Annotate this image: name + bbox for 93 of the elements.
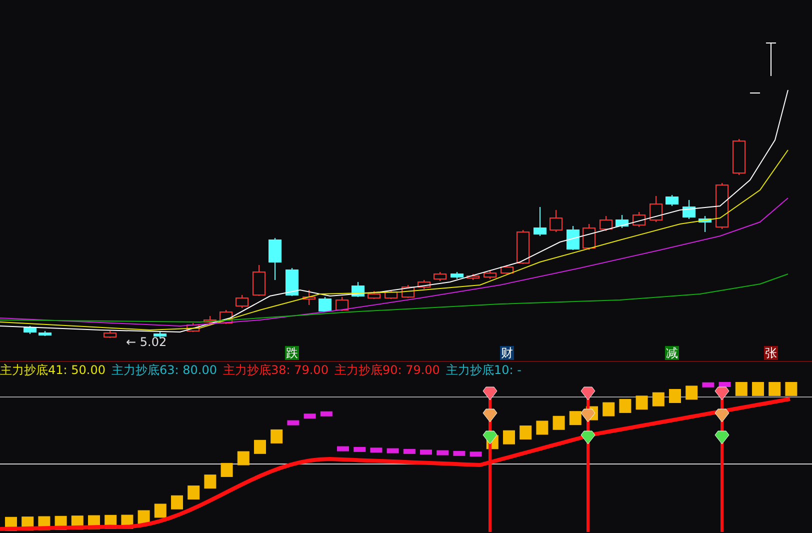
candlestick (484, 270, 496, 280)
candlestick (318, 296, 332, 312)
indicator-bar (602, 402, 615, 416)
event-tag: 张 (764, 346, 778, 360)
indicator-bar (702, 382, 714, 388)
gem-icon (580, 408, 596, 422)
indicator-bar (270, 429, 283, 444)
price-tick (750, 92, 760, 94)
indicator-bar (768, 382, 781, 396)
indicator-bar (171, 495, 183, 510)
indicator-value: 主力抄底90: 79.00 (334, 362, 440, 379)
indicator-bar (569, 411, 582, 426)
candlestick (236, 294, 248, 308)
indicator-bar (154, 504, 166, 518)
indicator-bar (420, 450, 432, 455)
gem-icon (482, 430, 498, 444)
candlestick (716, 182, 728, 230)
candlestick (766, 42, 776, 76)
candlestick (434, 272, 446, 282)
indicator-bar (470, 452, 482, 457)
candlestick (698, 216, 712, 232)
event-tag: 财 (500, 346, 514, 360)
indicator-bar (735, 382, 748, 396)
gem-icon (580, 386, 596, 400)
low-price-label: ← 5.02 (126, 336, 167, 349)
candlestick (600, 216, 612, 232)
candlestick (104, 330, 116, 338)
indicator-bar (752, 382, 764, 396)
candlestick (302, 290, 316, 306)
candlestick (534, 206, 546, 236)
indicator-value: 主力抄底41: 50.00 (0, 362, 106, 379)
candlestick (516, 230, 530, 264)
candlestick (666, 194, 678, 206)
candlestick (650, 196, 662, 222)
indicator-bar (320, 411, 332, 416)
indicator-bar (386, 448, 399, 454)
indicator-bar (354, 446, 366, 452)
candlestick (204, 316, 216, 324)
indicator-bar (304, 414, 316, 419)
indicator-bar (652, 392, 664, 406)
indicator-bar (188, 486, 200, 500)
candlestick (466, 274, 480, 280)
indicator-bar (237, 451, 250, 466)
candlestick (336, 296, 348, 312)
candlestick (566, 226, 580, 250)
indicator-bar (552, 416, 565, 430)
indicator-bar (220, 462, 233, 477)
indicator-bar (403, 448, 416, 454)
candlestick (450, 272, 464, 280)
candlestick (154, 332, 166, 338)
candlestick (682, 200, 696, 220)
indicator-value: 主力抄底63: 80.00 (111, 362, 217, 379)
candlestick (268, 238, 282, 280)
indicator-bar (520, 426, 532, 440)
event-tag: 跌 (285, 346, 299, 360)
candlestick (252, 264, 266, 296)
indicator-bar (287, 420, 300, 426)
indicator-bar (503, 430, 515, 444)
indicator-bar (785, 382, 798, 396)
indicator-bar (204, 474, 216, 489)
indicator-bar (436, 450, 449, 456)
candlestick (38, 330, 52, 336)
indicator-value: 主力抄底38: 79.00 (222, 362, 328, 379)
indicator-bar (337, 446, 349, 452)
indicator-bar (453, 450, 466, 456)
candlestick (632, 212, 646, 228)
indicator-bar (370, 448, 382, 453)
indicator-bar (619, 398, 632, 413)
candlestick (368, 290, 380, 300)
candlestick (616, 214, 628, 228)
candlestick (24, 326, 36, 334)
candlestick (352, 282, 364, 298)
candlestick (550, 210, 562, 232)
gem-icon (714, 386, 730, 400)
indicator-bar (718, 382, 731, 387)
gem-icon (580, 430, 596, 444)
candlestick (732, 138, 746, 176)
event-tag: 减 (665, 346, 679, 360)
gem-icon (714, 430, 730, 444)
gem-icon (714, 408, 730, 422)
indicator-bar (138, 510, 150, 524)
gem-icon (482, 408, 498, 422)
indicator-bar (669, 389, 681, 403)
candlestick (286, 268, 298, 296)
indicator-value: 主力抄底10: - (446, 362, 522, 379)
candlestick (500, 264, 514, 274)
candlestick (418, 280, 430, 290)
candlestick (582, 224, 596, 250)
indicator-bar (686, 386, 698, 400)
indicator-bar (254, 440, 266, 454)
indicator-bar (536, 420, 548, 435)
gem-icon (482, 386, 498, 400)
indicator-bar (636, 396, 648, 410)
